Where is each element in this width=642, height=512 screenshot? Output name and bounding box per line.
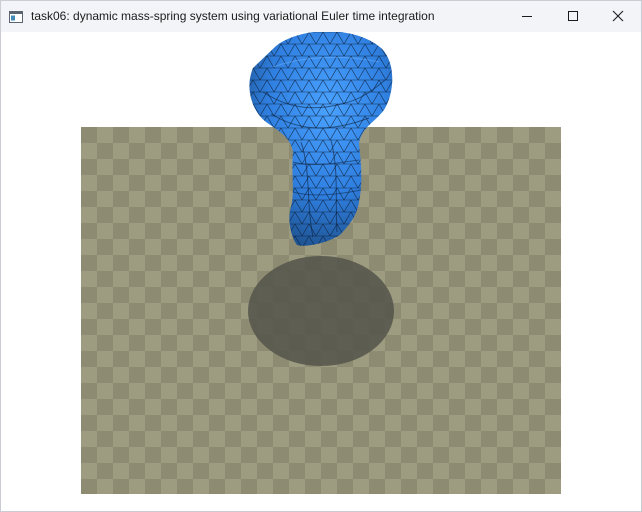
maximize-icon	[568, 11, 578, 21]
object-shadow	[248, 256, 394, 366]
app-window: task06: dynamic mass-spring system using…	[0, 0, 642, 512]
window-app-icon	[9, 10, 23, 23]
scene-canvas[interactable]	[1, 32, 641, 511]
maximize-button[interactable]	[550, 1, 596, 32]
window-title: task06: dynamic mass-spring system using…	[31, 9, 435, 23]
close-button[interactable]	[595, 1, 641, 32]
close-icon	[612, 10, 624, 22]
title-bar[interactable]: task06: dynamic mass-spring system using…	[1, 1, 641, 32]
minimize-button[interactable]	[504, 1, 550, 32]
opengl-viewport[interactable]	[1, 32, 641, 511]
minimize-icon	[522, 16, 532, 17]
